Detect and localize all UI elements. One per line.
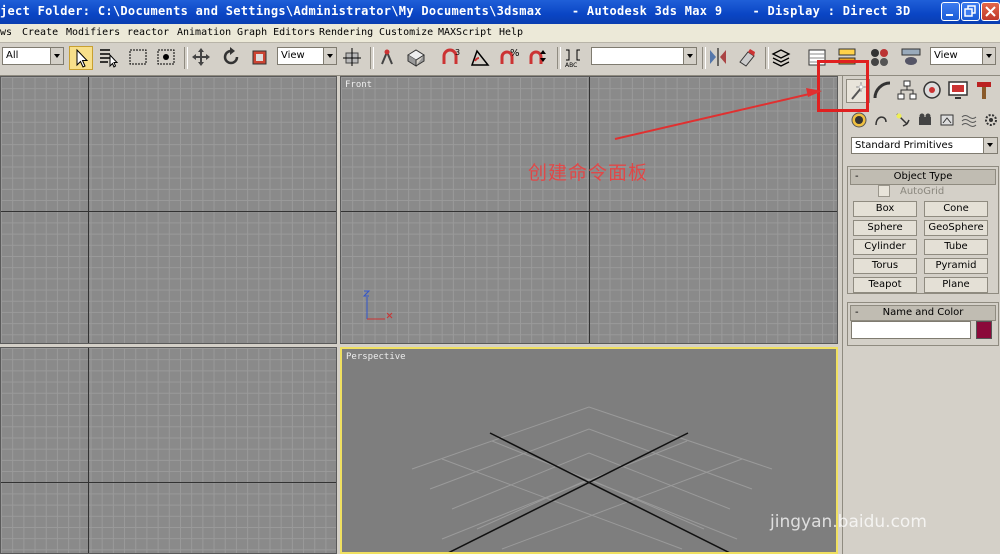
- baidu-watermark: jingyan.baidu.com: [762, 440, 1000, 550]
- annotation-label: 创建命令面板: [528, 162, 649, 184]
- watermark-url: jingyan.baidu.com: [770, 512, 927, 532]
